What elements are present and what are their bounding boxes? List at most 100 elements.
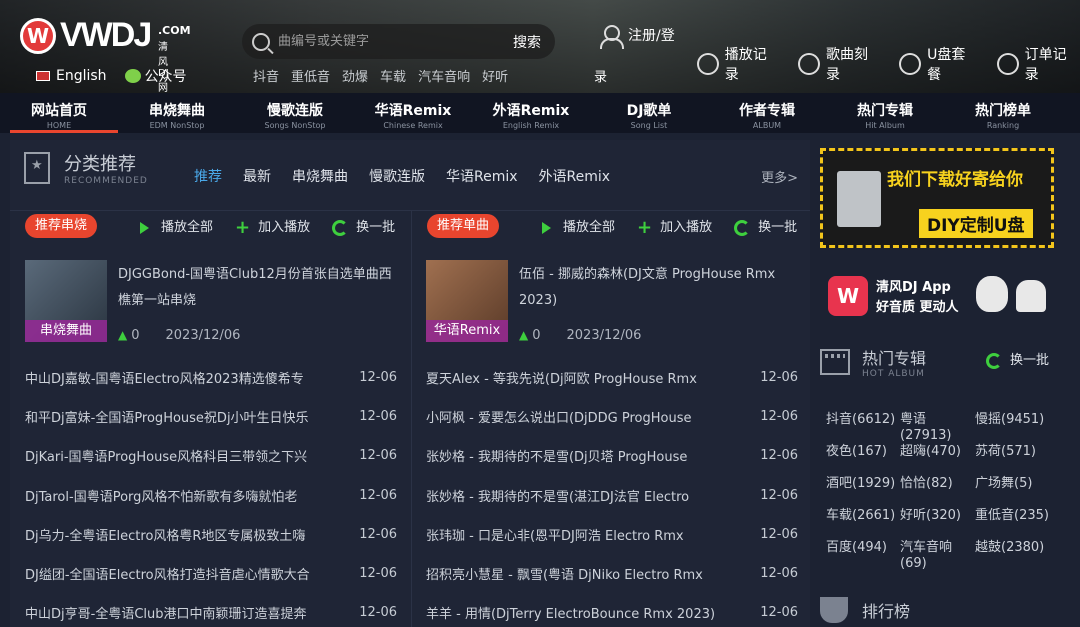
list-item[interactable]: 招积亮小慧星 - 飘雪(粤语 DjNiko Electro Rmx 12-06 (426, 554, 798, 593)
ranking-title: 排行榜 (862, 602, 911, 621)
refresh-button[interactable]: 换一批 (734, 216, 797, 238)
search-button[interactable]: 搜索 (513, 32, 541, 52)
play-all-label: 播放全部 (161, 220, 214, 235)
featured-single[interactable]: 华语Remix 伍佰 - 挪威的森林(DJ文意 ProgHouse Rmx 20… (426, 260, 806, 343)
hot-refresh-button[interactable]: 换一批 (986, 349, 1049, 369)
featured-title[interactable]: 伍佰 - 挪威的森林(DJ文意 ProgHouse Rmx 2023) (519, 262, 804, 314)
nav-hit-album[interactable]: 热门专辑 Hit Album (826, 93, 944, 133)
android-icon[interactable] (1016, 280, 1046, 312)
wechat-link[interactable]: 公众号 (124, 66, 187, 86)
nav-english-remix[interactable]: 外语Remix English Remix (472, 93, 590, 133)
refresh-button[interactable]: 换一批 (332, 216, 395, 238)
wechat-icon (124, 69, 141, 83)
hot-tag[interactable]: 百度(494) (826, 540, 896, 556)
add-play-button[interactable]: + 加入播放 (637, 216, 712, 238)
refresh-label: 换一批 (1010, 353, 1050, 368)
usb-icon (899, 53, 922, 75)
hotword-link[interactable]: 车载 (380, 66, 406, 85)
list-item[interactable]: 张玮珈 - 口是心非(恩平DJ阿浩 Electro Rmx 12-06 (426, 515, 798, 554)
app-download[interactable]: W 清风DJ App 好音质 更动人 (820, 270, 1054, 322)
play-history-link[interactable]: 播放记录 (697, 44, 780, 84)
nav-slow[interactable]: 慢歌连版 Songs NonStop (236, 93, 354, 133)
burn-songs-link[interactable]: 歌曲刻录 (798, 44, 881, 84)
usb-drive-icon (837, 171, 881, 227)
song-title: 招积亮小慧星 - 飘雪(粤语 DjNiko Electro Rmx (426, 568, 703, 584)
hot-tag[interactable]: 重低音(235) (975, 508, 1055, 524)
play-all-button[interactable]: 播放全部 (542, 216, 615, 238)
site-logo[interactable]: W VWDJ .COM 清风DJ网 (20, 16, 191, 93)
search-input[interactable] (278, 34, 498, 49)
login-label-2[interactable]: 录 (594, 66, 607, 85)
play-icon (542, 221, 551, 234)
hot-tag[interactable]: 抖音(6612) (826, 412, 896, 428)
list-item[interactable]: 和平Dj富妹-全国语ProgHouse祝Dj小叶生日快乐 12-06 (25, 397, 397, 436)
list-item[interactable]: Dj乌力-全粤语Electro风格粤R地区专属极致土嗨 12-06 (25, 515, 397, 554)
song-title: 张玮珈 - 口是心非(恩平DJ阿浩 Electro Rmx (426, 528, 684, 544)
hot-tag[interactable]: 慢摇(9451) (975, 412, 1055, 428)
apple-icon[interactable] (976, 276, 1008, 312)
lang-bar: English 公众号 (36, 66, 187, 86)
hot-tag[interactable]: 酒吧(1929) (826, 476, 896, 492)
hot-tag[interactable]: 夜色(167) (826, 444, 896, 460)
list-item[interactable]: 小阿枫 - 爱要怎么说出口(DjDDG ProgHouse 12-06 (426, 397, 798, 436)
hot-tag[interactable]: 车载(2661) (826, 508, 896, 524)
thumbnail-tag: 串烧舞曲 (25, 320, 107, 342)
hot-tag[interactable]: 好听(320) (900, 508, 970, 524)
search-box: 搜索 (242, 24, 555, 59)
hot-tag[interactable]: 粤语(27913) (900, 412, 970, 444)
hot-tag[interactable]: 恰恰(82) (900, 476, 970, 492)
nav-song-list[interactable]: DJ歌单 Song List (590, 93, 708, 133)
hotword-link[interactable]: 好听 (482, 66, 508, 85)
tab-chinese-remix[interactable]: 华语Remix (446, 166, 518, 186)
tab-recommended[interactable]: 推荐 (194, 166, 222, 186)
add-play-button[interactable]: + 加入播放 (235, 216, 310, 238)
play-all-label: 播放全部 (563, 220, 616, 235)
order-history-link[interactable]: 订单记录 (996, 44, 1080, 84)
featured-mix[interactable]: 串烧舞曲 DJGGBond-国粤语Club12月份首张自选单曲西樵第一站串烧 ▲… (25, 260, 405, 343)
tab-slow[interactable]: 慢歌连版 (369, 166, 425, 186)
nav-home[interactable]: 网站首页 HOME (0, 93, 118, 133)
list-item[interactable]: DjTarol-国粤语Porg风格不怕新歌有多嗨就怕老 12-06 (25, 476, 397, 515)
nav-edm[interactable]: 串烧舞曲 EDM NonStop (118, 93, 236, 133)
hotword-link[interactable]: 汽车音响 (418, 66, 470, 85)
hot-tag[interactable]: 苏荷(571) (975, 444, 1055, 460)
list-item[interactable]: 羊羊 - 用情(DjTerry ElectroBounce Rmx 2023) 1… (426, 593, 798, 627)
list-item[interactable]: 张妙格 - 我期待的不是雪(Dj贝塔 ProgHouse 12-06 (426, 436, 798, 475)
burn-songs-label: 歌曲刻录 (825, 47, 868, 83)
hot-tag[interactable]: 越鼓(2380) (975, 540, 1055, 556)
song-title: 张妙格 - 我期待的不是雪(湛江DJ法官 Electro (426, 489, 690, 505)
list-item[interactable]: 中山DJ嘉敏-国粤语Electro风格2023精选傻希专 12-06 (25, 358, 397, 397)
list-item[interactable]: 中山Dj亨哥-全粤语Club港口中南颖珊订造喜提奔 12-06 (25, 593, 397, 627)
login-link[interactable]: 注册/登 (600, 25, 675, 49)
list-item[interactable]: 张妙格 - 我期待的不是雪(湛江DJ法官 Electro 12-06 (426, 476, 798, 515)
more-link[interactable]: 更多> (761, 167, 798, 186)
featured-thumbnail[interactable]: 串烧舞曲 (25, 260, 107, 342)
hotword-link[interactable]: 抖音 (253, 66, 279, 85)
tab-latest[interactable]: 最新 (243, 166, 271, 186)
tab-english-remix[interactable]: 外语Remix (539, 166, 611, 186)
hot-tag[interactable]: 广场舞(5) (975, 476, 1055, 492)
nav-chinese-remix[interactable]: 华语Remix Chinese Remix (354, 93, 472, 133)
list-item[interactable]: DjKari-国粤语ProgHouse风格科目三带领之下兴 12-06 (25, 436, 397, 475)
hotword-link[interactable]: 劲爆 (342, 66, 368, 85)
play-all-button[interactable]: 播放全部 (140, 216, 213, 238)
nav-ranking[interactable]: 热门榜单 Ranking (944, 93, 1062, 133)
usb-promo-banner[interactable]: 我们下载好寄给你 DIY定制U盘 (820, 148, 1054, 248)
column-divider (411, 210, 412, 627)
nav-album[interactable]: 作者专辑 ALBUM (708, 93, 826, 133)
featured-title[interactable]: DJGGBond-国粤语Club12月份首张自选单曲西樵第一站串烧 (118, 262, 403, 314)
hotword-link[interactable]: 重低音 (291, 66, 330, 85)
english-link[interactable]: English (56, 68, 107, 84)
song-date: 12-06 (359, 448, 397, 464)
banner-cta: DIY定制U盘 (919, 209, 1033, 238)
featured-meta: ▲ 0 2023/12/06 (519, 328, 641, 343)
usb-package-label: U盘套餐 (927, 47, 966, 83)
usb-package-link[interactable]: U盘套餐 (899, 44, 978, 84)
app-logo-icon: W (828, 276, 868, 316)
hot-tag[interactable]: 超嗨(470) (900, 444, 970, 460)
list-item[interactable]: 夏天Alex - 等我先说(Dj阿欧 ProgHouse Rmx 12-06 (426, 358, 798, 397)
featured-thumbnail[interactable]: 华语Remix (426, 260, 508, 342)
tab-edm[interactable]: 串烧舞曲 (292, 166, 348, 186)
list-item[interactable]: DJ缢团-全国语Electro风格打造抖音虐心情歌大合 12-06 (25, 554, 397, 593)
hot-tag[interactable]: 汽车音响(69) (900, 540, 970, 572)
